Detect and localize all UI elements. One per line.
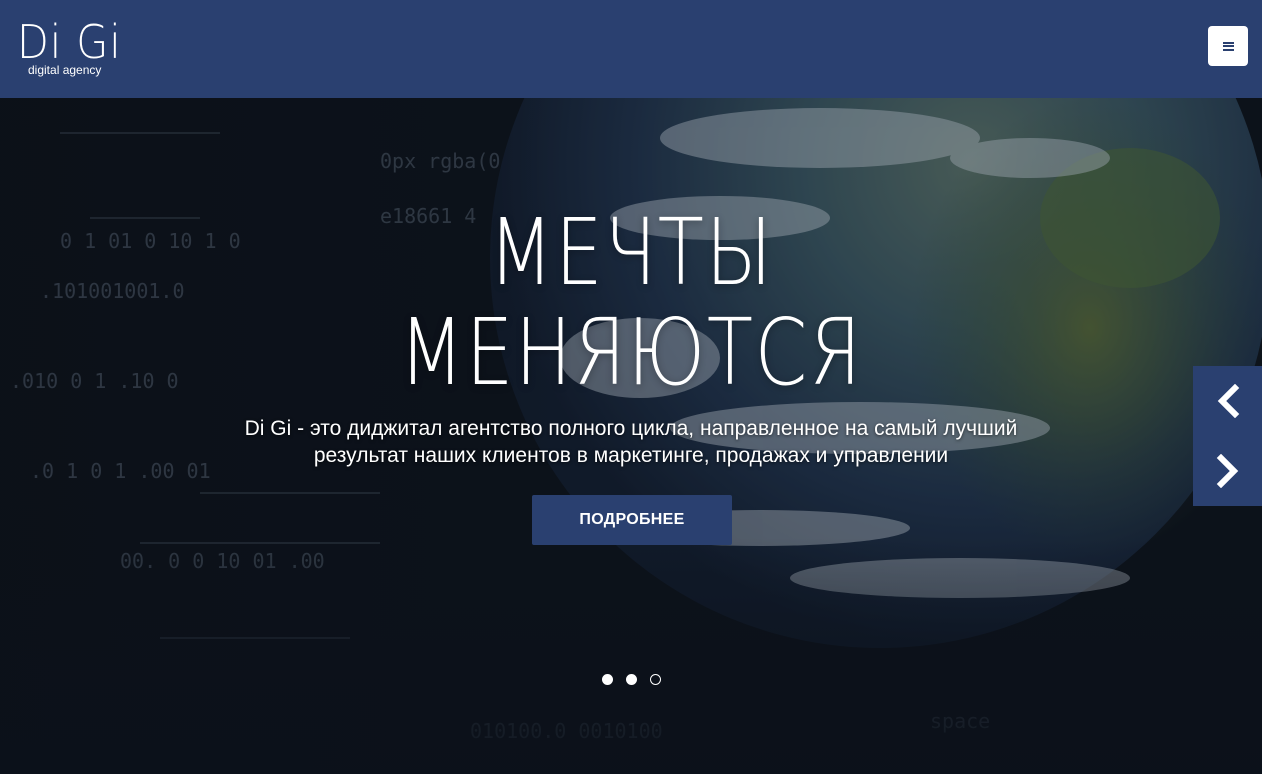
chevron-right-icon <box>1216 454 1238 488</box>
slide-dot-3[interactable] <box>650 674 661 685</box>
chevron-left-icon <box>1217 384 1239 418</box>
slider-next-button[interactable] <box>1193 436 1262 506</box>
hero-subtitle: Di Gi - это диджитал агентство полного ц… <box>200 415 1062 469</box>
logo-title: Di Gi <box>17 15 122 69</box>
slider-arrows <box>1193 366 1262 506</box>
site-header: Di Gi digital agency <box>0 0 1262 98</box>
slide-dot-1[interactable] <box>602 674 613 685</box>
logo[interactable]: Di Gi digital agency <box>17 15 133 76</box>
logo-subtitle: digital agency <box>28 63 102 77</box>
hero-headline-line1: МЕЧТЫ <box>488 199 774 306</box>
slider-prev-button[interactable] <box>1193 366 1262 436</box>
hamburger-menu-icon <box>1222 41 1234 51</box>
slider-pagination <box>602 674 664 686</box>
hero-content: МЕЧТЫ МЕНЯЮТСЯ Di Gi - это диджитал аген… <box>0 98 1262 774</box>
hero-headline-line2: МЕНЯЮТСЯ <box>399 299 863 406</box>
menu-toggle-button[interactable] <box>1208 26 1248 66</box>
hero-subtitle-line2: результат наших клиентов в маркетинге, п… <box>313 444 949 467</box>
slide-dot-2[interactable] <box>626 674 637 685</box>
hero-slider: .101001001.0 .010 0 1 .10 0 0 1 01 0 10 … <box>0 98 1262 774</box>
more-button[interactable]: ПОДРОБНЕЕ <box>532 495 732 545</box>
hero-subtitle-line1: Di Gi - это диджитал агентство полного ц… <box>244 417 1018 440</box>
